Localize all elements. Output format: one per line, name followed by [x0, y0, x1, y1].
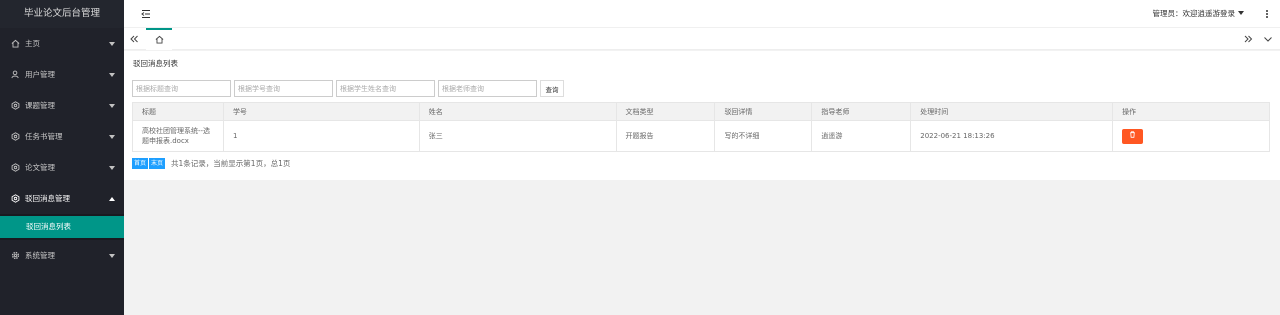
column-header: 标题 — [132, 102, 224, 121]
cell-title: 高校社团管理系统--选题申报表.docx — [132, 120, 224, 152]
tabs-bar — [124, 28, 1280, 50]
column-header: 操作 — [1112, 102, 1270, 121]
chevron-up-icon — [109, 196, 115, 201]
sidebar-item-users[interactable]: 用户管理 — [0, 59, 124, 90]
main-content: 驳回消息列表 查询 标题 学号 姓名 文档类型 驳回详情 指导老师 处理时间 操… — [124, 51, 1280, 180]
gear-icon — [11, 251, 20, 260]
table-row: 高校社团管理系统--选题申报表.docx 1 张三 开题报告 写的不详细 逍遥游… — [132, 120, 1270, 152]
cell-teacher: 逍遥游 — [811, 120, 912, 152]
cell-actions — [1112, 120, 1270, 152]
menu-toggle-icon[interactable] — [140, 8, 152, 20]
sidebar-item-system[interactable]: 系统管理 — [0, 240, 124, 271]
sidebar-item-topics[interactable]: 课题管理 — [0, 90, 124, 121]
search-student-name-input[interactable] — [336, 80, 435, 97]
settings-icon — [11, 163, 20, 172]
search-title-input[interactable] — [132, 80, 231, 97]
column-header: 驳回详情 — [714, 102, 813, 121]
column-header: 处理时间 — [910, 102, 1114, 121]
column-header: 指导老师 — [811, 102, 912, 121]
sidebar-item-label: 任务书管理 — [25, 132, 63, 141]
search-teacher-input[interactable] — [438, 80, 537, 97]
cell-student-no: 1 — [222, 120, 420, 152]
tabs-scroll-right-icon[interactable] — [1238, 28, 1258, 50]
column-header: 文档类型 — [615, 102, 716, 121]
sidebar-item-label: 用户管理 — [25, 70, 55, 79]
user-greeting: 管理员：欢迎逍遥游登录 — [1152, 9, 1236, 18]
sidebar-item-label: 论文管理 — [25, 163, 55, 172]
cell-reject-detail: 写的不详细 — [714, 120, 813, 152]
sidebar-item-label: 主页 — [25, 39, 40, 48]
trash-icon — [1129, 131, 1136, 141]
cell-name: 张三 — [418, 120, 617, 152]
table-header-row: 标题 学号 姓名 文档类型 驳回详情 指导老师 处理时间 操作 — [132, 102, 1270, 121]
pagination: 首页 末页 共1条记录，当前显示第1页，总1页 — [132, 158, 290, 169]
sidebar-subitem-reject-list[interactable]: 驳回消息列表 — [0, 216, 124, 238]
caret-down-icon — [1238, 11, 1244, 15]
settings-icon — [11, 101, 20, 110]
column-header: 学号 — [222, 102, 420, 121]
reject-messages-table: 标题 学号 姓名 文档类型 驳回详情 指导老师 处理时间 操作 高校社团管理系统… — [132, 102, 1270, 152]
home-icon — [155, 35, 164, 46]
sidebar-item-home[interactable]: 主页 — [0, 28, 124, 59]
chevron-down-icon — [109, 134, 115, 139]
search-student-no-input[interactable] — [234, 80, 333, 97]
first-page-button[interactable]: 首页 — [132, 158, 149, 169]
settings-icon — [11, 194, 20, 203]
sidebar-item-label: 系统管理 — [25, 251, 55, 260]
top-header: 管理员：欢迎逍遥游登录 — [124, 0, 1280, 28]
sidebar-item-reject-messages[interactable]: 驳回消息管理 — [0, 183, 124, 214]
chevron-down-icon — [109, 165, 115, 170]
pagination-info: 共1条记录，当前显示第1页，总1页 — [171, 159, 291, 168]
tabs-scroll-left-icon[interactable] — [124, 28, 144, 50]
last-page-button[interactable]: 末页 — [149, 158, 166, 169]
page-title: 驳回消息列表 — [133, 59, 178, 68]
chevron-down-icon — [109, 103, 115, 108]
sidebar-item-label: 驳回消息管理 — [25, 194, 70, 203]
chevron-down-icon — [109, 72, 115, 77]
more-vertical-icon[interactable] — [1264, 9, 1270, 20]
submenu-reject-messages: 驳回消息列表 — [0, 214, 124, 240]
search-bar: 查询 — [132, 80, 564, 97]
sidebar: 毕业论文后台管理 主页 用户管理 课题管理 任务书管理 论文管理 驳回消息管理 … — [0, 0, 124, 315]
settings-icon — [11, 132, 20, 141]
user-icon — [11, 70, 20, 79]
chevron-down-icon — [109, 253, 115, 258]
sidebar-item-assignments[interactable]: 任务书管理 — [0, 121, 124, 152]
user-menu[interactable]: 管理员：欢迎逍遥游登录 — [1152, 0, 1244, 28]
sidebar-item-label: 课题管理 — [25, 101, 55, 110]
sidebar-item-papers[interactable]: 论文管理 — [0, 152, 124, 183]
app-title: 毕业论文后台管理 — [0, 0, 124, 28]
search-button[interactable]: 查询 — [540, 80, 564, 97]
cell-doc-type: 开题报告 — [615, 120, 716, 152]
tab-home[interactable] — [146, 28, 172, 50]
delete-button[interactable] — [1122, 128, 1144, 144]
column-header: 姓名 — [418, 102, 617, 121]
home-icon — [11, 39, 20, 48]
chevron-down-icon — [109, 41, 115, 46]
tabs-options-chevron-down-icon[interactable] — [1258, 28, 1278, 50]
cell-time: 2022-06-21 18:13:26 — [910, 120, 1114, 152]
